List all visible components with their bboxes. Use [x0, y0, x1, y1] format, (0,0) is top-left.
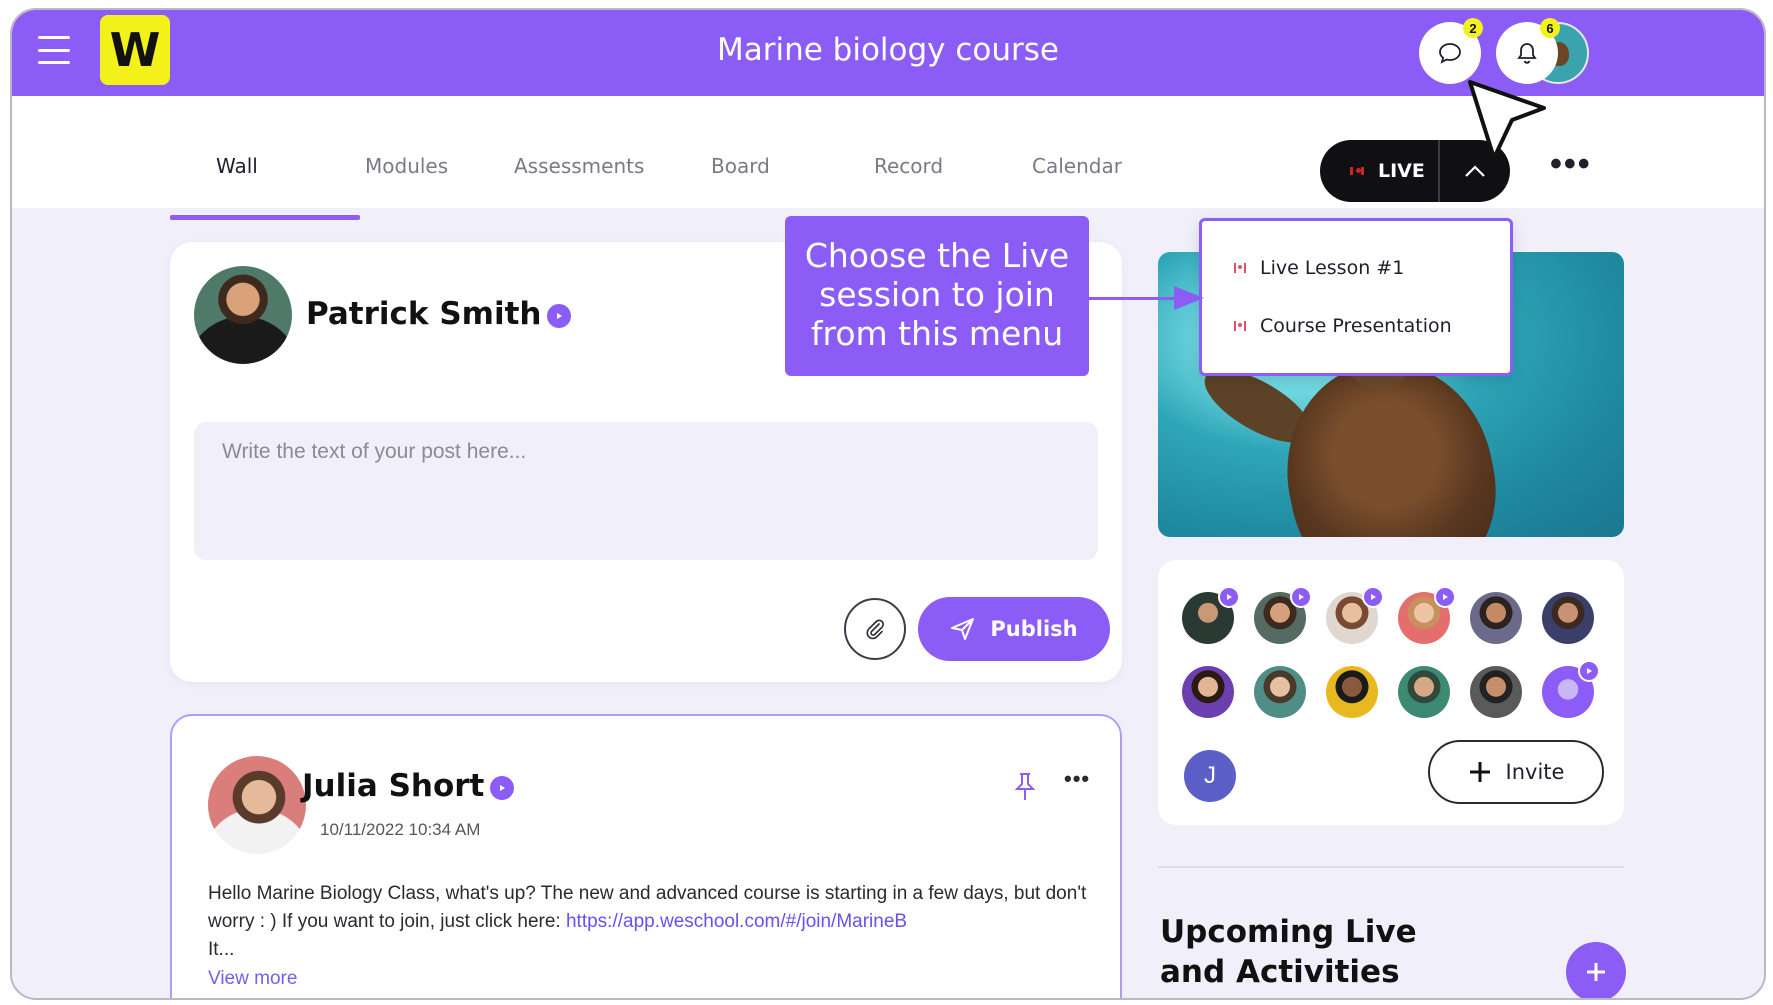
mouse-cursor-icon [1464, 80, 1550, 175]
composer-author: Patrick Smith [306, 296, 572, 332]
member-initial-avatar[interactable]: J [1184, 750, 1236, 802]
menu-item-label: Course Presentation [1260, 315, 1452, 337]
member-avatar[interactable] [1254, 586, 1312, 644]
invite-button[interactable]: Invite [1428, 740, 1604, 804]
post-author: Julia Short [302, 768, 515, 804]
live-broadcast-icon [1234, 263, 1246, 273]
live-broadcast-icon [1234, 321, 1246, 331]
publish-button[interactable]: Publish [918, 597, 1110, 661]
teacher-badge-icon [1434, 586, 1456, 608]
menu-item-course-presentation[interactable]: Course Presentation [1234, 315, 1452, 337]
member-avatar[interactable] [1254, 666, 1306, 718]
plus-icon [1469, 762, 1490, 782]
member-avatar[interactable] [1398, 586, 1456, 644]
tab-wall[interactable]: Wall [216, 154, 258, 178]
tab-record[interactable]: Record [874, 154, 943, 178]
post-body: Hello Marine Biology Class, what's up? T… [208, 880, 1088, 964]
paperclip-icon [866, 619, 884, 640]
add-activity-button[interactable] [1566, 942, 1626, 998]
member-avatar[interactable] [1470, 666, 1522, 718]
section-divider [1158, 866, 1624, 868]
attach-button[interactable] [844, 598, 906, 660]
verified-icon [547, 303, 572, 328]
send-icon [951, 618, 975, 640]
post-text-input[interactable] [194, 422, 1098, 560]
post-author-avatar [208, 756, 306, 854]
members-panel: J Invite [1158, 560, 1624, 825]
member-avatar[interactable] [1542, 660, 1600, 718]
member-avatar[interactable] [1326, 666, 1378, 718]
messages-count-badge: 2 [1463, 18, 1483, 38]
tutorial-callout: Choose the Live session to join from thi… [785, 216, 1089, 376]
wall-post: Julia Short 10/11/2022 10:34 AM ••• Hell… [170, 714, 1122, 998]
plus-icon [1587, 963, 1605, 981]
app-window: W Marine biology course 2 6 Wall Modules… [10, 8, 1766, 1000]
teacher-badge-icon [1290, 586, 1312, 608]
active-tab-indicator [170, 215, 360, 220]
chat-bubble-icon [1439, 43, 1461, 64]
member-avatar[interactable] [1182, 586, 1240, 644]
composer-author-name: Patrick Smith [306, 296, 542, 332]
tab-assessments[interactable]: Assessments [514, 154, 644, 178]
menu-item-label: Live Lesson #1 [1260, 257, 1405, 279]
member-avatar[interactable] [1542, 592, 1594, 644]
publish-label: Publish [990, 617, 1078, 641]
notifications-count-badge: 6 [1540, 18, 1560, 38]
invite-label: Invite [1505, 760, 1565, 784]
live-join-button[interactable]: LIVE [1320, 140, 1438, 202]
post-body-tail: It... [208, 939, 235, 960]
member-avatar[interactable] [1398, 666, 1450, 718]
menu-item-live-lesson-1[interactable]: Live Lesson #1 [1234, 257, 1404, 279]
verified-icon [490, 775, 515, 800]
tab-modules[interactable]: Modules [365, 154, 448, 178]
join-link[interactable]: https://app.weschool.com/#/join/MarineB [566, 911, 907, 932]
messages-button[interactable]: 2 [1419, 18, 1483, 84]
live-label: LIVE [1378, 160, 1425, 182]
member-avatar[interactable] [1326, 586, 1384, 644]
teacher-badge-icon [1578, 660, 1600, 682]
post-author-name: Julia Short [302, 768, 485, 804]
pin-icon[interactable] [1014, 772, 1036, 807]
view-more-link[interactable]: View more [208, 968, 297, 990]
teacher-badge-icon [1218, 586, 1240, 608]
author-avatar [194, 266, 292, 364]
post-options-icon[interactable]: ••• [1064, 766, 1090, 792]
upcoming-title: Upcoming Live and Activities [1160, 914, 1417, 990]
post-timestamp: 10/11/2022 10:34 AM [320, 820, 481, 839]
live-broadcast-icon [1350, 167, 1364, 175]
bell-icon [1517, 43, 1537, 64]
callout-connector [1089, 297, 1179, 300]
more-options-icon[interactable]: ••• [1550, 147, 1592, 181]
member-avatar[interactable] [1470, 592, 1522, 644]
teacher-badge-icon [1362, 586, 1384, 608]
member-avatar[interactable] [1182, 666, 1234, 718]
callout-arrow-icon [1174, 286, 1204, 310]
tab-board[interactable]: Board [711, 154, 770, 178]
live-session-menu: Live Lesson #1 Course Presentation [1199, 218, 1513, 376]
notifications-button[interactable]: 6 [1496, 18, 1560, 84]
tab-calendar[interactable]: Calendar [1032, 154, 1122, 178]
